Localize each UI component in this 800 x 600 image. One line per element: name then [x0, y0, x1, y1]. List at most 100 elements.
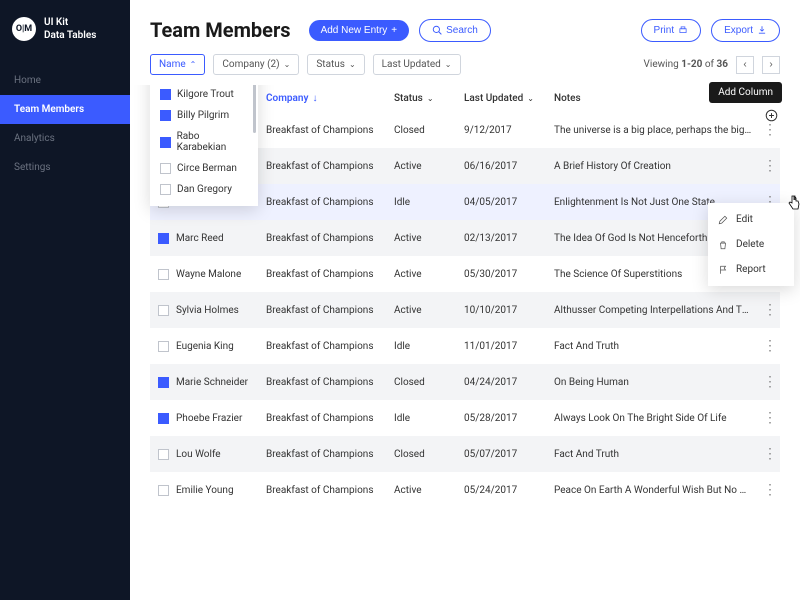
nav: Home Team Members Analytics Settings: [0, 66, 130, 182]
cm-report[interactable]: Report: [708, 257, 794, 282]
cell-updated: 02/13/2017: [464, 233, 554, 244]
sort-down-icon: ↓: [312, 93, 317, 104]
row-menu-button[interactable]: ⋮: [763, 338, 777, 354]
row-checkbox[interactable]: [158, 377, 169, 388]
cell-company: Breakfast of Champions: [266, 485, 394, 496]
add-entry-button[interactable]: Add New Entry +: [309, 20, 410, 41]
filter-status-label: Status: [316, 59, 345, 70]
table-row[interactable]: Phoebe FrazierBreakfast of ChampionsIdle…: [150, 400, 780, 436]
dd-item[interactable]: Rabo Karabekian: [150, 126, 258, 158]
col-status[interactable]: Status ⌄: [394, 93, 464, 104]
row-menu-button[interactable]: ⋮: [763, 158, 777, 174]
cell-updated: 06/16/2017: [464, 161, 554, 172]
cell-name: Wayne Malone: [176, 269, 266, 280]
flag-icon: [718, 265, 728, 275]
cell-notes: On Being Human: [554, 377, 760, 388]
row-context-menu[interactable]: Edit Delete Report: [708, 203, 794, 286]
filter-name[interactable]: Name ⌃: [150, 54, 205, 75]
dd-item[interactable]: Kilgore Trout: [150, 85, 258, 105]
row-menu-button[interactable]: ⋮: [763, 482, 777, 498]
row-menu-button[interactable]: ⋮: [763, 446, 777, 462]
cell-status: Closed: [394, 125, 464, 136]
dropdown-scrollbar[interactable]: [253, 85, 256, 133]
col-updated[interactable]: Last Updated ⌄: [464, 93, 554, 104]
print-button[interactable]: Print: [641, 19, 702, 42]
table-row[interactable]: Wayne MaloneBreakfast of ChampionsActive…: [150, 256, 780, 292]
nav-team-members[interactable]: Team Members: [0, 95, 130, 124]
chevron-down-icon: ⌄: [284, 60, 291, 69]
add-entry-label: Add New Entry: [321, 25, 388, 36]
col-company[interactable]: Company ↓: [266, 93, 394, 104]
export-button[interactable]: Export: [711, 19, 780, 42]
checkbox-icon[interactable]: [160, 137, 171, 148]
cell-updated: 05/24/2017: [464, 485, 554, 496]
nav-settings[interactable]: Settings: [0, 153, 130, 182]
cell-company: Breakfast of Champions: [266, 305, 394, 316]
filter-company[interactable]: Company (2) ⌄: [213, 54, 299, 75]
filter-status[interactable]: Status ⌄: [307, 54, 364, 75]
print-icon: [678, 25, 688, 35]
cell-notes: Peace On Earth A Wonderful Wish But No W…: [554, 485, 760, 496]
cell-status: Idle: [394, 413, 464, 424]
cell-status: Active: [394, 305, 464, 316]
chevron-down-icon: ⌄: [349, 60, 356, 69]
nav-analytics[interactable]: Analytics: [0, 124, 130, 153]
cell-name: Marie Schneider: [176, 377, 266, 388]
next-page-button[interactable]: ›: [762, 56, 780, 74]
chevron-down-icon: ⌄: [445, 60, 452, 69]
table-row[interactable]: Eugenia KingBreakfast of ChampionsIdle11…: [150, 328, 780, 364]
nav-home[interactable]: Home: [0, 66, 130, 95]
table-row[interactable]: Emilie YoungBreakfast of ChampionsActive…: [150, 472, 780, 508]
filter-last-updated[interactable]: Last Updated ⌄: [373, 54, 461, 75]
cell-name: Lou Wolfe: [176, 449, 266, 460]
checkbox-icon[interactable]: [160, 110, 171, 121]
table-row[interactable]: Marie SchneiderBreakfast of ChampionsClo…: [150, 364, 780, 400]
row-menu-button[interactable]: ⋮: [763, 122, 777, 138]
cell-company: Breakfast of Champions: [266, 449, 394, 460]
cell-name: Marc Reed: [176, 233, 266, 244]
row-checkbox[interactable]: [158, 305, 169, 316]
row-checkbox[interactable]: [158, 233, 169, 244]
cm-edit[interactable]: Edit: [708, 207, 794, 232]
table-row[interactable]: Sylvia HolmesBreakfast of ChampionsActiv…: [150, 292, 780, 328]
search-button[interactable]: Search: [419, 19, 491, 42]
chevron-down-icon: ⌄: [527, 94, 534, 103]
dd-item[interactable]: Billy Pilgrim: [150, 105, 258, 126]
cell-notes: The universe is a big place, perhaps the…: [554, 125, 760, 136]
add-column-button[interactable]: [764, 108, 778, 122]
topbar: Team Members Add New Entry + Search Prin…: [130, 0, 800, 54]
row-checkbox[interactable]: [158, 413, 169, 424]
name-filter-dropdown[interactable]: Select All Kilgore Trout Billy Pilgrim R…: [150, 85, 258, 206]
cursor-pointer-icon: [787, 195, 800, 215]
row-checkbox[interactable]: [158, 449, 169, 460]
checkbox-icon[interactable]: [160, 89, 171, 100]
row-menu-button[interactable]: ⋮: [763, 410, 777, 426]
cell-company: Breakfast of Champions: [266, 125, 394, 136]
table-row[interactable]: Lou WolfeBreakfast of ChampionsClosed05/…: [150, 436, 780, 472]
prev-page-button[interactable]: ‹: [736, 56, 754, 74]
row-checkbox[interactable]: [158, 341, 169, 352]
checkbox-icon[interactable]: [160, 184, 171, 195]
row-menu-button[interactable]: ⋮: [763, 302, 777, 318]
row-checkbox[interactable]: [158, 485, 169, 496]
print-label: Print: [654, 25, 675, 36]
cell-status: Active: [394, 233, 464, 244]
pagination-text: Viewing 1-20 of 36: [644, 59, 728, 70]
cell-updated: 9/12/2017: [464, 125, 554, 136]
cell-status: Idle: [394, 341, 464, 352]
cm-delete[interactable]: Delete: [708, 232, 794, 257]
cell-updated: 05/07/2017: [464, 449, 554, 460]
dd-item[interactable]: Dan Gregory: [150, 179, 258, 200]
cell-company: Breakfast of Champions: [266, 161, 394, 172]
filter-name-label: Name: [159, 59, 186, 70]
chevron-down-icon: ⌄: [427, 94, 434, 103]
checkbox-icon[interactable]: [160, 163, 171, 174]
cell-updated: 10/10/2017: [464, 305, 554, 316]
row-checkbox[interactable]: [158, 269, 169, 280]
cell-status: Closed: [394, 449, 464, 460]
dd-item[interactable]: Circe Berman: [150, 158, 258, 179]
row-menu-button[interactable]: ⋮: [763, 374, 777, 390]
add-column-tooltip: Add Column: [709, 82, 782, 103]
filter-company-label: Company (2): [222, 59, 279, 70]
table-row[interactable]: Marc ReedBreakfast of ChampionsActive02/…: [150, 220, 780, 256]
